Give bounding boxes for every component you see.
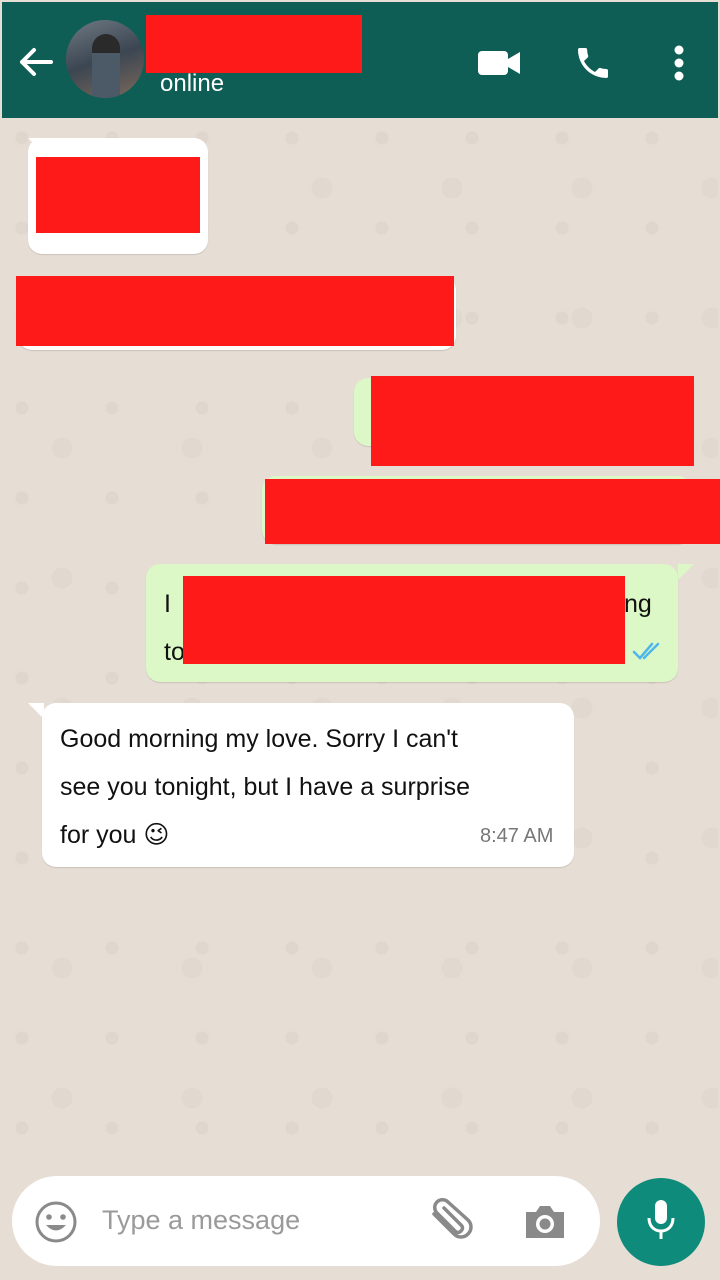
- microphone-button[interactable]: [617, 1178, 705, 1266]
- message-time: 8:47 AM: [480, 825, 554, 847]
- message-line: Good morning my love. Sorry I can't: [60, 725, 458, 753]
- contact-name-redacted[interactable]: [146, 15, 362, 73]
- message-fragment: I: [164, 590, 171, 618]
- bubble-tail: [678, 564, 694, 580]
- microphone-icon: [644, 1198, 678, 1247]
- more-options-icon[interactable]: [654, 40, 704, 86]
- message-bubble-incoming[interactable]: [28, 138, 208, 254]
- camera-icon[interactable]: [522, 1202, 568, 1247]
- avatar-photo: [92, 34, 120, 98]
- back-arrow-icon[interactable]: [16, 42, 56, 82]
- attach-icon[interactable]: [426, 1198, 476, 1249]
- redacted-text: [183, 576, 625, 664]
- message-line: see you tonight, but I have a surprise: [60, 773, 470, 801]
- redacted-text: [371, 376, 694, 466]
- video-call-icon[interactable]: [474, 40, 524, 86]
- emoji-icon[interactable]: [34, 1200, 78, 1249]
- bottom-edge: [0, 1276, 720, 1280]
- redacted-text: [265, 479, 720, 544]
- message-bubble-outgoing[interactable]: [354, 376, 694, 466]
- message-line: for you 😉: [60, 821, 170, 849]
- message-bubble-incoming[interactable]: [16, 276, 456, 350]
- redacted-text: [16, 276, 454, 346]
- message-input[interactable]: Type a message: [102, 1205, 300, 1236]
- chat-screen: online I ng to Good morning my love. Sor…: [0, 0, 720, 1280]
- message-fragment: to: [164, 638, 185, 666]
- redacted-text: [36, 157, 200, 233]
- message-bubble-outgoing[interactable]: [262, 476, 720, 544]
- message-bubble-incoming[interactable]: Good morning my love. Sorry I can't see …: [42, 703, 574, 867]
- read-receipt-icon: [632, 640, 664, 667]
- message-fragment: ng: [624, 590, 652, 618]
- voice-call-icon[interactable]: [568, 40, 618, 86]
- contact-status: online: [160, 70, 225, 97]
- chat-header: online: [2, 2, 718, 118]
- message-bubble-outgoing[interactable]: I ng to: [146, 564, 678, 682]
- contact-avatar[interactable]: [66, 20, 144, 98]
- message-composer[interactable]: Type a message: [12, 1176, 600, 1266]
